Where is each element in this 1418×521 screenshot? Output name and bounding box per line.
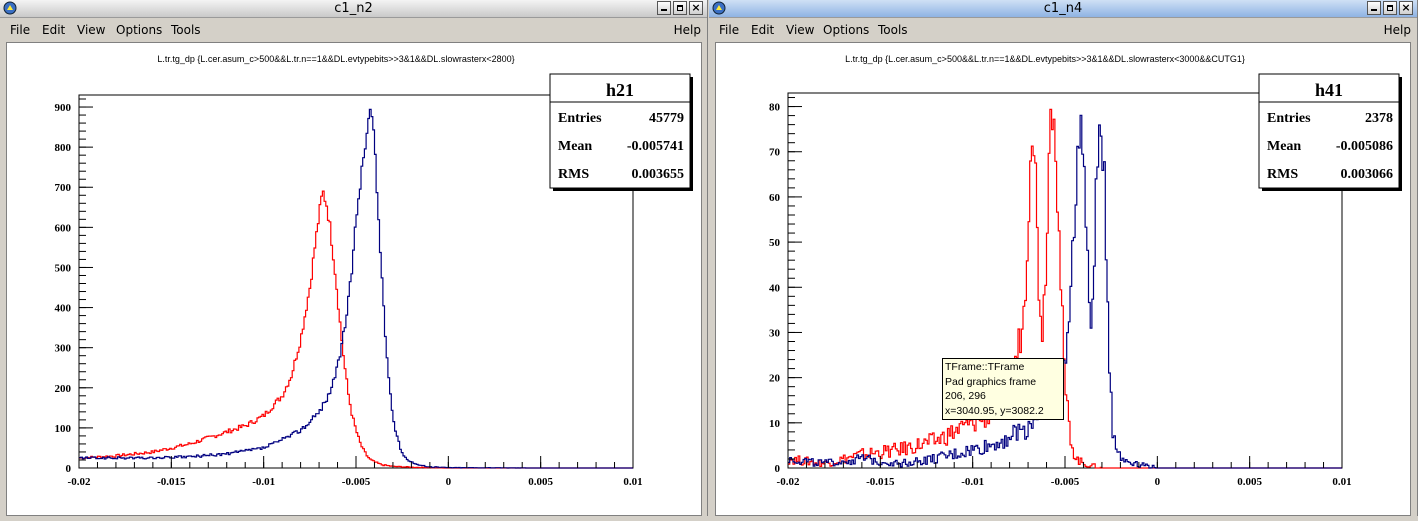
y-tick-label: 600	[55, 222, 72, 234]
y-tick-label: 800	[55, 142, 72, 154]
stats-histogram-name: h41	[1315, 80, 1343, 100]
menu-help[interactable]: Help	[1384, 23, 1411, 37]
stats-value: 45779	[649, 111, 684, 126]
y-tick-label: 10	[769, 418, 781, 430]
x-tick-label: 0	[446, 476, 452, 488]
y-tick-label: 80	[769, 102, 781, 114]
y-tick-label: 100	[55, 423, 72, 435]
window-title: c1_n4	[1043, 1, 1083, 16]
minimize-button[interactable]	[657, 1, 671, 15]
x-tick-label: -0.02	[68, 476, 91, 488]
menu-view[interactable]: View	[77, 23, 105, 37]
y-tick-label: 50	[769, 237, 781, 249]
stats-value: 0.003066	[1341, 167, 1394, 182]
plot-canvas[interactable]: L.tr.tg_dp {L.cer.asum_c>500&&L.tr.n==1&…	[715, 42, 1411, 516]
stats-box[interactable]: h41 Entries 2378 Mean -0.005086 RMS 0.003066	[1258, 73, 1402, 191]
stats-value: 2378	[1365, 111, 1393, 126]
titlebar[interactable]: c1_n2 ×	[0, 0, 707, 18]
tooltip-line: Pad graphics frame	[945, 375, 1037, 388]
stats-value: 0.003655	[632, 167, 685, 182]
stats-histogram-name: h21	[606, 80, 634, 100]
histogram-plot[interactable]: L.tr.tg_dp {L.cer.asum_c>500&&L.tr.n==1&…	[7, 43, 701, 515]
histogram-plot[interactable]: L.tr.tg_dp {L.cer.asum_c>500&&L.tr.n==1&…	[716, 43, 1410, 515]
y-tick-label: 60	[769, 192, 781, 204]
plot-title: L.tr.tg_dp {L.cer.asum_c>500&&L.tr.n==1&…	[157, 54, 514, 64]
y-tick-label: 900	[55, 102, 72, 114]
series-red-line	[79, 190, 633, 469]
frame-tooltip: TFrame::TFrame Pad graphics frame 206, 2…	[942, 358, 1064, 420]
y-tick-label: 0	[775, 463, 781, 475]
x-tick-label: 0.01	[1332, 476, 1351, 488]
window-c1-n2: c1_n2 × File Edit View Options Tools Hel…	[0, 0, 708, 521]
x-tick-label: 0.005	[528, 476, 553, 488]
x-tick-label: -0.01	[252, 476, 275, 488]
maximize-button[interactable]	[1383, 1, 1397, 15]
menu-edit[interactable]: Edit	[751, 23, 774, 37]
close-button[interactable]: ×	[689, 1, 703, 15]
y-tick-label: 0	[66, 463, 72, 475]
x-tick-label: 0	[1155, 476, 1161, 488]
y-tick-label: 400	[55, 303, 72, 315]
menu-view[interactable]: View	[786, 23, 814, 37]
stats-value: -0.005086	[1336, 139, 1393, 154]
y-tick-label: 300	[55, 343, 72, 355]
menu-options[interactable]: Options	[116, 23, 162, 37]
stats-value: -0.005741	[627, 139, 684, 154]
menubar: File Edit View Options Tools Help	[0, 18, 707, 41]
x-tick-label: 0.005	[1237, 476, 1262, 488]
close-button[interactable]: ×	[1399, 1, 1413, 15]
window-title: c1_n2	[334, 1, 373, 16]
x-tick-label: -0.02	[777, 476, 800, 488]
x-tick-label: -0.015	[157, 476, 186, 488]
y-tick-label: 40	[769, 282, 781, 294]
stats-label: Entries	[1267, 111, 1311, 126]
tooltip-line: x=3040.95, y=3082.2	[945, 404, 1044, 417]
menubar: File Edit View Options Tools Help	[709, 18, 1417, 41]
stats-label: Mean	[558, 139, 592, 154]
window-c1-n4: c1_n4 × File Edit View Options Tools Hel…	[709, 0, 1418, 521]
tooltip-line: 206, 296	[945, 390, 986, 402]
y-tick-label: 700	[55, 182, 72, 194]
maximize-button[interactable]	[673, 1, 687, 15]
stats-label: RMS	[1267, 167, 1298, 182]
plot-canvas[interactable]: L.tr.tg_dp {L.cer.asum_c>500&&L.tr.n==1&…	[6, 42, 702, 516]
menu-file[interactable]: File	[719, 23, 739, 37]
minimize-button[interactable]	[1367, 1, 1381, 15]
stats-box[interactable]: h21 Entries 45779 Mean -0.005741 RMS 0.003655	[549, 73, 693, 191]
menu-tools[interactable]: Tools	[878, 23, 908, 37]
titlebar[interactable]: c1_n4 ×	[709, 0, 1417, 18]
plot-title: L.tr.tg_dp {L.cer.asum_c>500&&L.tr.n==1&…	[845, 54, 1245, 64]
menu-edit[interactable]: Edit	[42, 23, 65, 37]
stats-label: RMS	[558, 167, 589, 182]
y-tick-label: 500	[55, 262, 72, 274]
menu-options[interactable]: Options	[823, 23, 869, 37]
y-tick-label: 20	[769, 373, 781, 385]
y-tick-label: 30	[769, 327, 781, 339]
x-tick-label: -0.005	[342, 476, 371, 488]
y-tick-label: 70	[769, 147, 781, 159]
y-tick-label: 200	[55, 383, 72, 395]
x-tick-label: -0.01	[961, 476, 984, 488]
x-tick-label: -0.015	[866, 476, 895, 488]
tooltip-line: TFrame::TFrame	[945, 361, 1025, 373]
x-tick-label: 0.01	[623, 476, 642, 488]
stats-label: Entries	[558, 111, 602, 126]
status-strip	[0, 516, 1418, 521]
menu-file[interactable]: File	[10, 23, 30, 37]
menu-help[interactable]: Help	[674, 23, 701, 37]
menu-tools[interactable]: Tools	[171, 23, 201, 37]
x-tick-label: -0.005	[1051, 476, 1080, 488]
stats-label: Mean	[1267, 139, 1301, 154]
